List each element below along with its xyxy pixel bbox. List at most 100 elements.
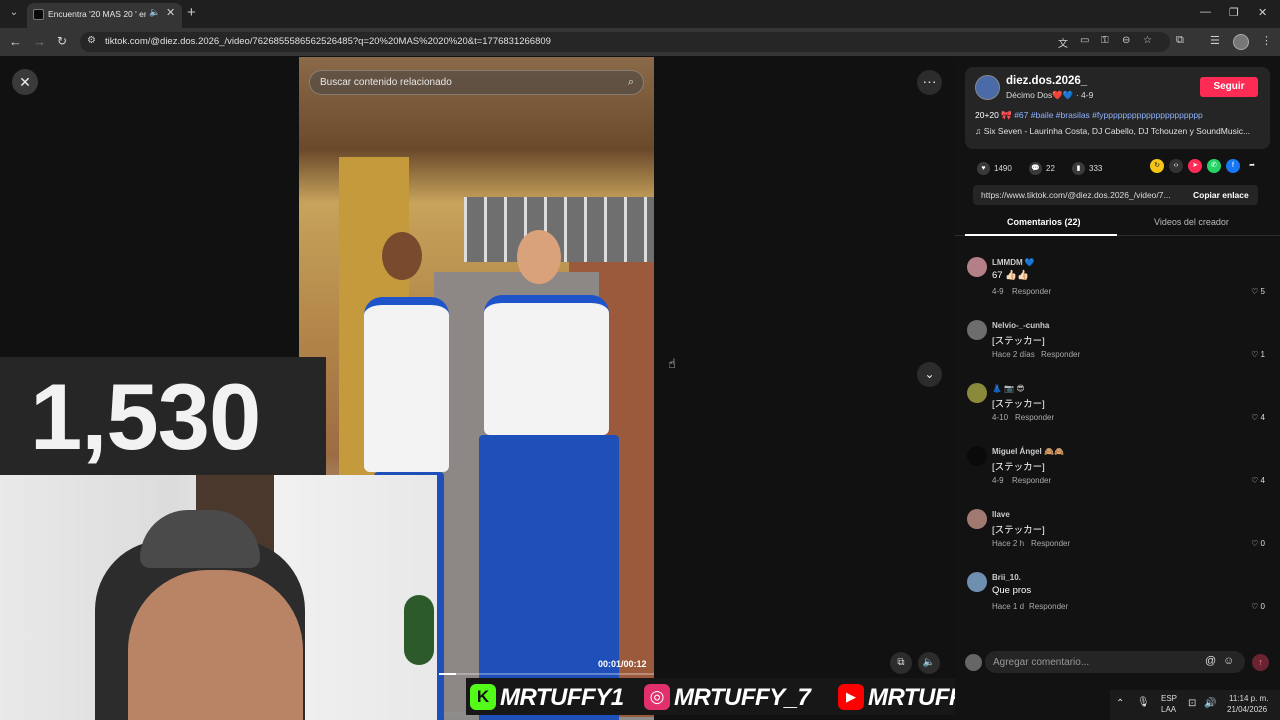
chevron-up-icon[interactable]: ⌃ — [1116, 698, 1124, 709]
speaker-icon[interactable]: 🔈 — [149, 7, 160, 18]
mention-icon[interactable]: @ — [1205, 655, 1216, 667]
reply-button[interactable]: Responder — [1031, 539, 1070, 548]
password-key-icon[interactable]: ⚿ — [1101, 35, 1109, 46]
menu-kebab-icon[interactable]: ⋮ — [1261, 34, 1272, 47]
instagram-label: MRTUFFY_7 — [674, 684, 811, 711]
whatsapp-icon[interactable]: ✆ — [1207, 159, 1221, 173]
tab-close-icon[interactable]: ✕ — [166, 6, 175, 19]
tab-creator-videos[interactable]: Videos del creador — [1154, 217, 1229, 227]
author-name[interactable]: diez.dos.2026_ — [1006, 75, 1087, 87]
bookmark-star-icon[interactable]: ☆ — [1143, 35, 1152, 46]
extensions-icon[interactable]: ⧉ — [1176, 34, 1184, 47]
translate-icon[interactable]: 文 — [1058, 35, 1068, 50]
comment-user[interactable]: 👗 📷 😎 — [992, 384, 1025, 393]
youtube-icon: ▶ — [838, 684, 864, 710]
commenter-avatar[interactable] — [967, 383, 987, 403]
url-text[interactable]: tiktok.com/@diez.dos.2026_/video/7626855… — [105, 36, 551, 47]
playback-time: 00:01/00:12 — [598, 659, 647, 669]
browser-tab-active[interactable]: Encuentra '20 MAS 20 ' en 🔈 ✕ — [27, 3, 182, 28]
active-tab-indicator — [965, 234, 1117, 236]
language-indicator[interactable]: ESP — [1161, 694, 1177, 703]
comment-item: Brii_10. Que pros Hace 1 d Responder ♡ 0 — [967, 572, 1267, 627]
search-placeholder: Buscar contenido relacionado — [320, 77, 452, 88]
network-icon[interactable]: ⊡ — [1188, 698, 1196, 709]
author-avatar[interactable] — [975, 75, 1000, 100]
tab-comments[interactable]: Comentarios (22) — [1007, 217, 1081, 227]
save-stat[interactable]: ▮ 333 — [1072, 160, 1102, 176]
send-icon[interactable]: ➤ — [1188, 159, 1202, 173]
emoji-icon[interactable]: ☺ — [1223, 655, 1234, 667]
reply-button[interactable]: Responder — [1015, 413, 1054, 422]
comment-user[interactable]: Miguel Ángel 🙈🙈 — [992, 447, 1064, 456]
comment-likes[interactable]: ♡ 1 — [1251, 350, 1265, 359]
comment-user[interactable]: LMMDM 💙 — [992, 258, 1035, 267]
comment-stat[interactable]: 💬 22 — [1029, 160, 1055, 176]
picture-in-picture-icon[interactable]: ⧉ — [890, 652, 912, 674]
comment-user[interactable]: Brii_10. — [992, 573, 1021, 582]
video-link[interactable]: https://www.tiktok.com/@diez.dos.2026_/v… — [981, 190, 1181, 200]
volume-tray-icon[interactable]: 🔊 — [1204, 698, 1216, 709]
comment-user[interactable]: llave — [992, 510, 1010, 519]
site-info-icon[interactable]: ⚙ — [87, 35, 96, 46]
zoom-icon[interactable]: ⊖ — [1122, 35, 1130, 46]
comment-likes[interactable]: ♡ 4 — [1251, 476, 1265, 485]
comment-likes[interactable]: ♡ 5 — [1251, 287, 1265, 296]
commenter-avatar[interactable] — [967, 320, 987, 340]
video-info-card: diez.dos.2026_ Décimo Dos❤️💙 · 4-9 Segui… — [965, 67, 1270, 149]
reload-icon[interactable]: ↻ — [57, 34, 67, 48]
minimize-button[interactable]: — — [1200, 6, 1211, 18]
reply-button[interactable]: Responder — [1012, 287, 1051, 296]
share-arrow-icon[interactable]: ➦ — [1245, 159, 1259, 173]
music-link[interactable]: ♫ Six Seven - Laurinha Costa, DJ Cabello… — [975, 126, 1265, 136]
progress-bar[interactable] — [439, 673, 654, 675]
restore-button[interactable]: ❐ — [1229, 6, 1239, 19]
clock-time[interactable]: 11:14 p. m. — [1229, 694, 1268, 703]
clock-date[interactable]: 21/04/2026 — [1227, 705, 1267, 714]
new-tab-button[interactable]: + — [187, 4, 196, 21]
microphone-icon[interactable]: 🎙 — [1137, 697, 1150, 708]
commenter-avatar[interactable] — [967, 509, 987, 529]
like-stat[interactable]: ♥ 1490 — [977, 160, 1012, 176]
copy-link-button[interactable]: Copiar enlace — [1193, 190, 1249, 200]
follow-button[interactable]: Seguir — [1200, 77, 1258, 97]
close-icon[interactable]: ✕ — [12, 69, 38, 95]
reply-button[interactable]: Responder — [1029, 602, 1068, 611]
comment-likes[interactable]: ♡ 4 — [1251, 413, 1265, 422]
counter-overlay: 1,530 — [0, 357, 326, 475]
comment-icon[interactable]: 💬 — [1029, 162, 1042, 176]
facebook-icon[interactable]: f — [1226, 159, 1240, 173]
forward-icon[interactable]: → — [33, 34, 46, 49]
comment-composer: @ ☺ ↑ — [955, 647, 1280, 677]
bookmark-icon[interactable]: ▮ — [1072, 162, 1085, 176]
tab-search-button[interactable]: ⌄ — [6, 5, 22, 21]
system-tray: ⌃ 🎙 ESP LAA ⊡ 🔊 11:14 p. m. 21/04/2026 — [1110, 690, 1280, 720]
comment-likes[interactable]: ♡ 0 — [1251, 539, 1265, 548]
hashtag-links[interactable]: #67 #baile #brasilas #fypppppppppppppppp… — [1014, 110, 1203, 120]
commenter-avatar[interactable] — [967, 446, 987, 466]
comment-user[interactable]: Nelvio-_-cunha — [992, 321, 1049, 330]
more-options-icon[interactable]: ··· — [917, 70, 942, 95]
keyboard-layout[interactable]: LAA — [1161, 705, 1176, 714]
heart-icon[interactable]: ♥ — [977, 162, 990, 176]
comment-text: [ステッカー] — [992, 462, 1045, 473]
comment-likes[interactable]: ♡ 0 — [1251, 602, 1265, 611]
address-bar[interactable]: ⚙ tiktok.com/@diez.dos.2026_/video/76268… — [80, 32, 1170, 52]
related-search-input[interactable]: Buscar contenido relacionado ⌕ — [309, 70, 644, 95]
profile-avatar[interactable] — [1233, 34, 1249, 50]
christmas-tree — [404, 595, 434, 665]
comment-text: Que pros — [992, 585, 1032, 596]
cast-icon[interactable]: ▭ — [1080, 35, 1089, 46]
chevron-down-icon[interactable]: ⌄ — [917, 362, 942, 387]
back-icon[interactable]: ← — [9, 34, 22, 49]
window-close-button[interactable]: ✕ — [1258, 6, 1267, 19]
commenter-avatar[interactable] — [967, 572, 987, 592]
search-icon[interactable]: ⌕ — [628, 76, 634, 89]
embed-icon[interactable]: ‹› — [1169, 159, 1183, 173]
reply-button[interactable]: Responder — [1012, 476, 1051, 485]
repost-icon[interactable]: ↻ — [1150, 159, 1164, 173]
volume-icon[interactable]: 🔈 — [918, 652, 940, 674]
commenter-avatar[interactable] — [967, 257, 987, 277]
reply-button[interactable]: Responder — [1041, 350, 1080, 359]
send-comment-icon[interactable]: ↑ — [1252, 654, 1269, 671]
reading-list-icon[interactable]: ☰ — [1210, 34, 1220, 47]
